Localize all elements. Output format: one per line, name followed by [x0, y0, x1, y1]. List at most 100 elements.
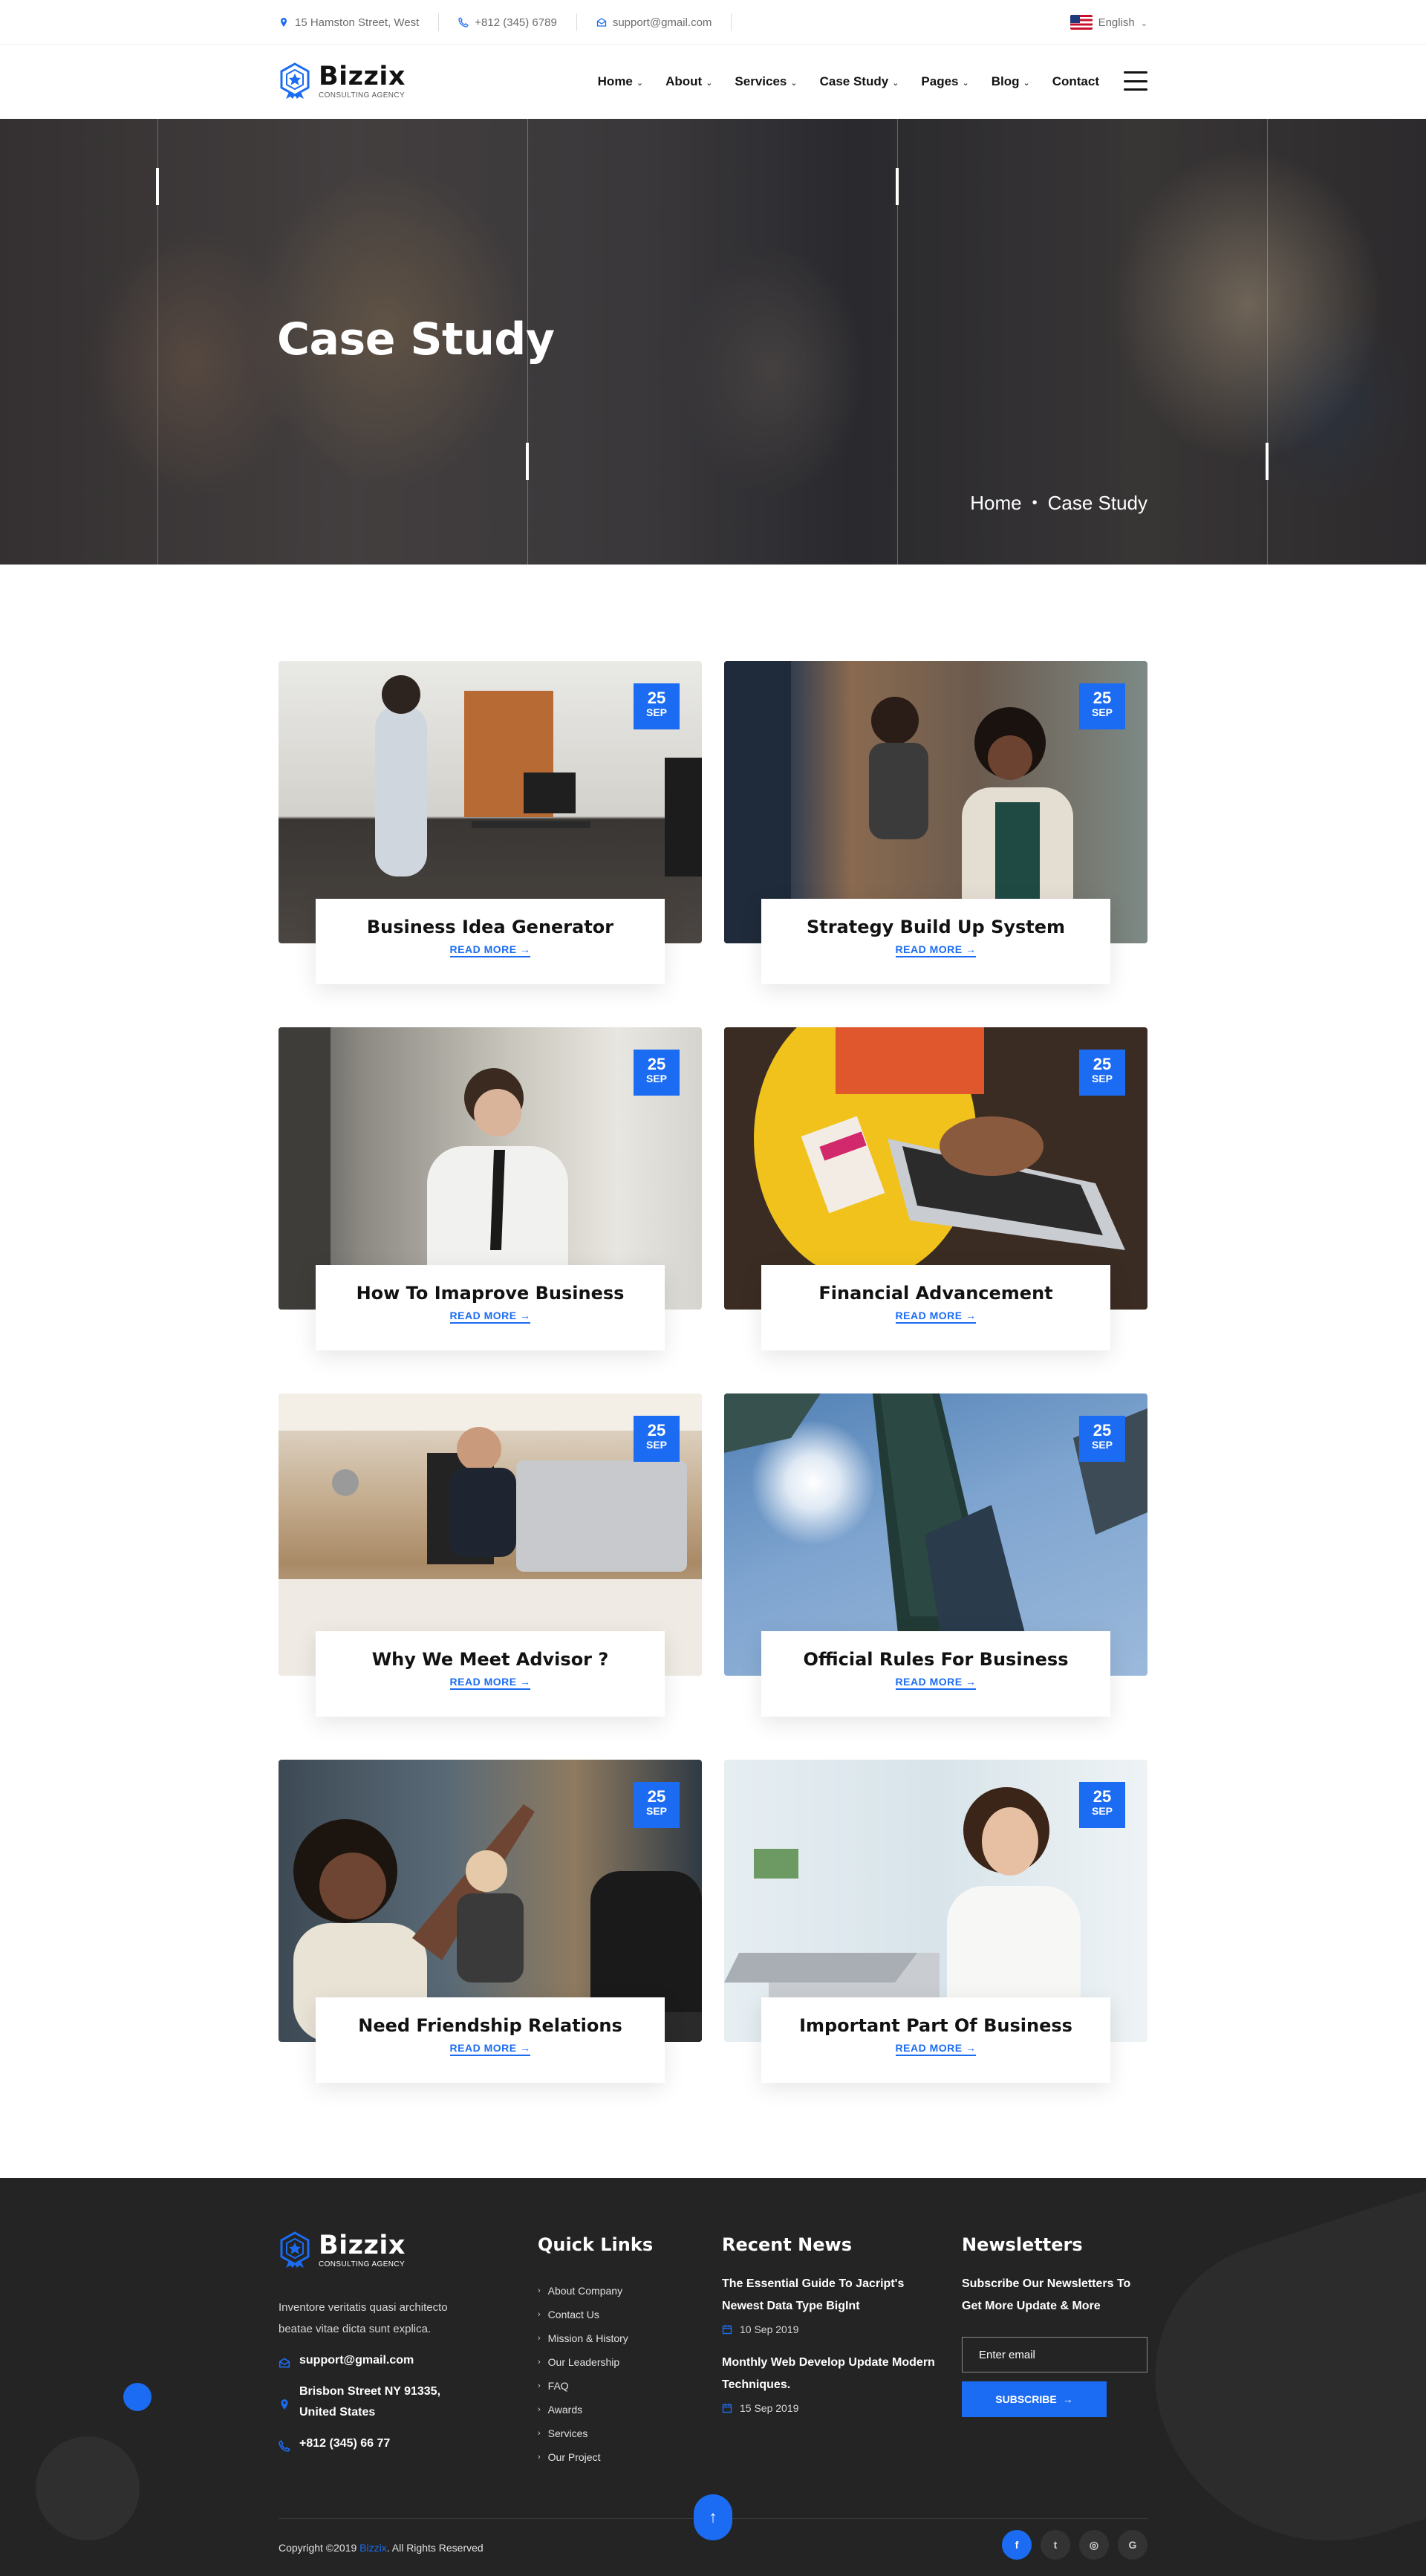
hero-divider [1267, 119, 1268, 565]
topbar-phone[interactable]: +812 (345) 6789 [458, 13, 577, 31]
logo-tagline: Consulting Agency [319, 91, 406, 100]
hamburger-icon[interactable] [1124, 71, 1147, 91]
case-title[interactable]: Financial Advancement [761, 1283, 1110, 1304]
case-title[interactable]: Strategy Build Up System [761, 917, 1110, 937]
location-pin-icon [281, 18, 287, 27]
footer-link-contact-us[interactable]: › Contact Us [538, 2303, 628, 2326]
arrow-right-icon: → [1062, 2393, 1073, 2405]
case-card[interactable]: 25 SEP Financial Advancement READ MORE → [724, 1027, 1147, 1350]
case-card[interactable]: 25 SEP How To Imaprove Business READ MORE… [279, 1027, 702, 1350]
case-date-badge: 25 SEP [1079, 1050, 1125, 1096]
copyright-suffix: . All Rights Reserved [386, 2542, 484, 2554]
site-logo[interactable]: Bizzix Consulting Agency [279, 62, 406, 100]
chevron-down-icon: ⌄ [636, 78, 644, 88]
arrow-right-icon: → [519, 2042, 531, 2054]
footer-link-services[interactable]: › Services [538, 2421, 628, 2445]
copyright-brand-link[interactable]: Bizzix [359, 2542, 387, 2554]
scroll-to-top-button[interactable]: ↑ [694, 2494, 732, 2540]
logo-name: Bizzix [319, 61, 406, 91]
date-month: SEP [645, 1439, 667, 1451]
arrow-right-icon: → [965, 1310, 977, 1321]
case-content: Business Idea Generator READ MORE → [316, 899, 665, 984]
news-title[interactable]: Monthly Web Develop Update Modern Techni… [722, 2352, 937, 2396]
case-title[interactable]: Important Part Of Business [761, 2015, 1110, 2036]
case-card[interactable]: 25 SEP Why We Meet Advisor ? READ MORE → [279, 1393, 702, 1717]
nav-home[interactable]: Home ⌄ [598, 74, 643, 89]
footer-link-our-leadership[interactable]: › Our Leadership [538, 2350, 628, 2374]
read-more-link[interactable]: READ MORE → [449, 1676, 531, 1690]
footer-link-faq[interactable]: › FAQ [538, 2374, 628, 2398]
arrow-up-icon: ↑ [709, 2508, 717, 2526]
read-more-link[interactable]: READ MORE → [449, 943, 531, 957]
case-card[interactable]: 25 SEP Business Idea Generator READ MORE … [279, 661, 702, 984]
date-month: SEP [1091, 1439, 1113, 1451]
topbar-email[interactable]: support@gmail.com [596, 13, 732, 31]
page-title: Case Study [277, 313, 555, 365]
nav-case-study[interactable]: Case Study ⌄ [820, 74, 899, 89]
recent-news-list: The Essential Guide To Jacript's Newest … [722, 2273, 937, 2430]
case-title[interactable]: Business Idea Generator [316, 917, 665, 937]
twitter-icon[interactable]: t [1041, 2530, 1070, 2560]
nav-services[interactable]: Services ⌄ [735, 74, 797, 89]
case-title[interactable]: How To Imaprove Business [316, 1283, 665, 1304]
case-content: Why We Meet Advisor ? READ MORE → [316, 1631, 665, 1717]
footer-link-our-project[interactable]: › Our Project [538, 2445, 628, 2469]
footer-link-about-company[interactable]: › About Company [538, 2279, 628, 2303]
case-title[interactable]: Official Rules For Business [761, 1649, 1110, 1670]
language-selector[interactable]: English ⌄ [1070, 15, 1147, 30]
nav-blog[interactable]: Blog ⌄ [992, 74, 1030, 89]
news-title[interactable]: The Essential Guide To Jacript's Newest … [722, 2273, 937, 2318]
chevron-right-icon: › [538, 2453, 541, 2462]
read-more-link[interactable]: READ MORE → [449, 1310, 531, 1324]
subscribe-button[interactable]: SUBSCRIBE → [962, 2381, 1107, 2417]
logo-badge-icon [280, 62, 310, 99]
date-month: SEP [645, 706, 667, 718]
nav-pages[interactable]: Pages ⌄ [921, 74, 968, 89]
topbar-address-text: 15 Hamston Street, West [295, 16, 420, 29]
case-date-badge: 25 SEP [1079, 1416, 1125, 1462]
footer-link-mission-history[interactable]: › Mission & History [538, 2326, 628, 2350]
nav-about[interactable]: About ⌄ [665, 74, 712, 89]
footer-email-text: support@gmail.com [299, 2354, 414, 2367]
read-more-link[interactable]: READ MORE → [895, 1676, 977, 1690]
facebook-icon[interactable]: f [1002, 2530, 1032, 2560]
case-card[interactable]: 25 SEP Need Friendship Relations READ MOR… [279, 1760, 702, 2083]
date-month: SEP [645, 1073, 667, 1084]
newsletters-heading: Newsletters [962, 2234, 1083, 2255]
chevron-right-icon: › [538, 2381, 541, 2390]
case-card[interactable]: 25 SEP Strategy Build Up System READ MORE… [724, 661, 1147, 984]
footer-link-label: Our Leadership [547, 2356, 620, 2368]
instagram-icon[interactable]: ◎ [1079, 2530, 1109, 2560]
footer-link-label: Mission & History [547, 2332, 628, 2344]
date-month: SEP [1091, 1805, 1113, 1817]
nav-case-study-label: Case Study [819, 74, 889, 88]
arrow-right-icon: → [965, 2042, 977, 2054]
read-more-label: READ MORE [449, 1676, 517, 1688]
quick-links-list: › About Company › Contact Us › Mission & Hi… [538, 2279, 628, 2469]
footer-email[interactable]: support@gmail.com [279, 2350, 494, 2371]
footer-link-awards[interactable]: › Awards [538, 2398, 628, 2421]
case-title[interactable]: Need Friendship Relations [316, 2015, 665, 2036]
breadcrumb-home[interactable]: Home [970, 492, 1021, 515]
newsletter-email-input[interactable] [962, 2337, 1147, 2372]
footer-logo[interactable]: Bizzix Consulting Agency [279, 2231, 406, 2268]
nav-contact[interactable]: Contact [1052, 74, 1099, 89]
newsletter-text: Subscribe Our Newsletters To Get More Up… [962, 2277, 1131, 2312]
case-title[interactable]: Why We Meet Advisor ? [316, 1649, 665, 1670]
case-date-badge: 25 SEP [1079, 683, 1125, 729]
read-more-link[interactable]: READ MORE → [895, 943, 977, 957]
social-links: f t ◎ G [1002, 2530, 1147, 2560]
case-card[interactable]: 25 SEP Official Rules For Business READ M… [724, 1393, 1147, 1717]
phone-icon [279, 2439, 290, 2452]
newsletter-form: Subscribe Our Newsletters To Get More Up… [962, 2273, 1147, 2417]
google-icon[interactable]: G [1118, 2530, 1147, 2560]
hero-accent-mark [1266, 443, 1269, 480]
read-more-link[interactable]: READ MORE → [449, 2042, 531, 2056]
case-date-badge: 25 SEP [634, 683, 680, 729]
footer-phone[interactable]: +812 (345) 66 77 [279, 2433, 494, 2454]
read-more-link[interactable]: READ MORE → [895, 1310, 977, 1324]
subscribe-label: SUBSCRIBE [995, 2393, 1057, 2405]
case-card[interactable]: 25 SEP Important Part Of Business READ MO… [724, 1760, 1147, 2083]
read-more-link[interactable]: READ MORE → [895, 2042, 977, 2056]
main-navigation: Home ⌄ About ⌄ Services ⌄ Case Study ⌄ Pages… [598, 45, 1099, 119]
